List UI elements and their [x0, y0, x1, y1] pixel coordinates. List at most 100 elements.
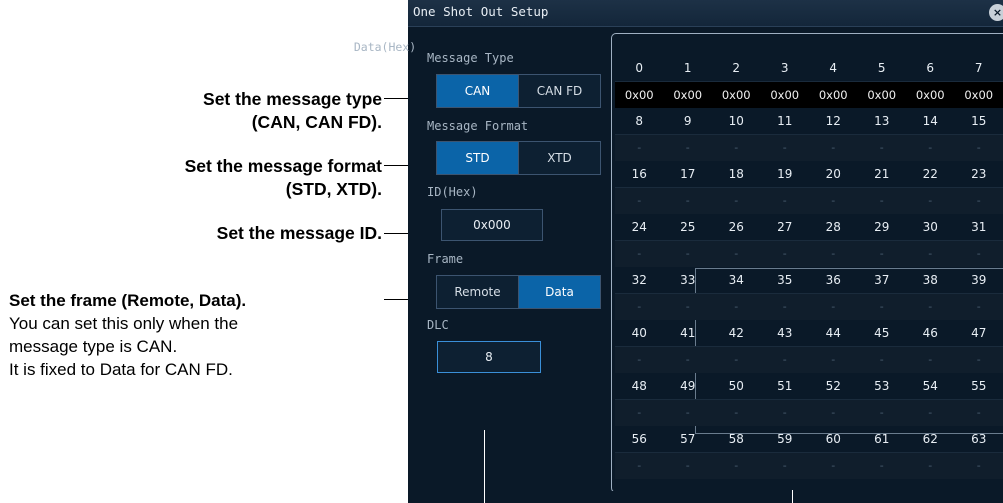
id-hex-field[interactable]: 0x000: [441, 209, 543, 241]
data-value-cell[interactable]: 0x00: [809, 81, 858, 108]
data-value-cell[interactable]: -: [712, 399, 761, 426]
data-value-cell[interactable]: -: [906, 187, 955, 214]
data-value-cell[interactable]: 0x00: [906, 81, 955, 108]
close-icon[interactable]: ×: [989, 4, 1003, 21]
data-value-cell[interactable]: -: [615, 346, 664, 373]
data-value-cell[interactable]: -: [954, 187, 1003, 214]
data-value-cell[interactable]: -: [906, 399, 955, 426]
data-value-cell[interactable]: -: [857, 346, 906, 373]
message-format-selector: STD XTD: [436, 141, 601, 175]
data-value-cell[interactable]: -: [857, 399, 906, 426]
data-value-cell[interactable]: 0x00: [760, 81, 809, 108]
data-index-cell: 13: [874, 114, 890, 128]
data-value-cell[interactable]: -: [663, 399, 712, 426]
data-value-cell[interactable]: -: [954, 346, 1003, 373]
data-value-cell[interactable]: -: [663, 240, 712, 267]
data-value-cell[interactable]: -: [760, 293, 809, 320]
data-index-cell: 7: [974, 61, 983, 75]
data-value-cell[interactable]: -: [954, 293, 1003, 320]
data-value-cell[interactable]: -: [809, 293, 858, 320]
data-index-cell: 37: [874, 273, 890, 287]
frame-remote-button[interactable]: Remote: [437, 276, 518, 308]
data-value-cell[interactable]: -: [906, 452, 955, 479]
data-value-cell[interactable]: -: [954, 134, 1003, 161]
data-index-cell: 44: [825, 326, 841, 340]
data-value-cell[interactable]: -: [809, 452, 858, 479]
data-value-cell[interactable]: 0x00: [615, 81, 664, 108]
data-value-cell[interactable]: -: [906, 346, 955, 373]
message-format-xtd-button[interactable]: XTD: [518, 142, 600, 174]
data-value-cell[interactable]: -: [712, 346, 761, 373]
data-value-cell[interactable]: -: [615, 452, 664, 479]
data-value-row: --------: [615, 293, 1003, 320]
data-value-cell[interactable]: -: [712, 452, 761, 479]
data-value-cell[interactable]: -: [906, 134, 955, 161]
data-index-cell: 15: [971, 114, 987, 128]
data-index-cell: 42: [728, 326, 744, 340]
data-value-cell[interactable]: -: [663, 293, 712, 320]
data-value-cell[interactable]: -: [954, 240, 1003, 267]
dialog-title: One Shot Out Setup: [413, 4, 549, 19]
data-index-cell: 34: [728, 273, 744, 287]
callout-message-type-line1: Set the message type: [203, 89, 382, 109]
data-value-cell[interactable]: -: [809, 134, 858, 161]
data-value-cell[interactable]: -: [809, 240, 858, 267]
data-value-cell[interactable]: -: [809, 399, 858, 426]
data-index-cell: 25: [680, 220, 696, 234]
data-value-cell[interactable]: -: [760, 452, 809, 479]
data-value-cell[interactable]: 0x00: [857, 81, 906, 108]
data-value-cell[interactable]: -: [954, 452, 1003, 479]
data-index-cell: 45: [874, 326, 890, 340]
data-index-cell: 21: [874, 167, 890, 181]
data-value-cell[interactable]: -: [857, 240, 906, 267]
data-value-cell[interactable]: -: [760, 134, 809, 161]
frame-data-button[interactable]: Data: [518, 276, 600, 308]
message-type-can-button[interactable]: CAN: [437, 75, 518, 107]
data-index-cell: 48: [631, 379, 647, 393]
data-value-cell[interactable]: -: [760, 346, 809, 373]
message-format-std-button[interactable]: STD: [437, 142, 518, 174]
data-value-cell[interactable]: -: [712, 187, 761, 214]
data-index-cell: 27: [777, 220, 793, 234]
data-value-cell[interactable]: -: [760, 240, 809, 267]
data-value-cell[interactable]: -: [954, 399, 1003, 426]
data-value-cell[interactable]: -: [809, 187, 858, 214]
data-index-cell: 61: [874, 432, 890, 446]
data-value-cell[interactable]: -: [615, 293, 664, 320]
data-value-cell[interactable]: -: [615, 187, 664, 214]
data-value-cell[interactable]: -: [857, 134, 906, 161]
data-index-cell: 11: [777, 114, 793, 128]
data-index-cell: 53: [874, 379, 890, 393]
message-format-label: Message Format: [427, 119, 529, 133]
data-index-cell: 55: [971, 379, 987, 393]
data-value-cell[interactable]: 0x00: [663, 81, 712, 108]
data-value-cell[interactable]: -: [663, 346, 712, 373]
data-value-cell[interactable]: -: [712, 293, 761, 320]
data-index-row: 16 17 18 19 20 21 22 23: [615, 161, 1003, 187]
data-value-cell[interactable]: -: [760, 399, 809, 426]
data-value-cell[interactable]: -: [857, 187, 906, 214]
data-value-cell[interactable]: -: [615, 399, 664, 426]
data-value-cell[interactable]: -: [615, 240, 664, 267]
data-value-cell[interactable]: -: [760, 187, 809, 214]
data-value-cell[interactable]: -: [712, 134, 761, 161]
data-value-cell[interactable]: -: [857, 452, 906, 479]
data-value-cell[interactable]: -: [906, 240, 955, 267]
message-type-canfd-button[interactable]: CAN FD: [518, 75, 600, 107]
data-value-cell[interactable]: 0x00: [954, 81, 1003, 108]
data-value-cell[interactable]: -: [712, 240, 761, 267]
data-value-cell[interactable]: -: [663, 187, 712, 214]
data-index-row: 24 25 26 27 28 29 30 31: [615, 214, 1003, 240]
data-value-cell[interactable]: 0x00: [712, 81, 761, 108]
data-value-cell[interactable]: -: [663, 134, 712, 161]
data-value-cell[interactable]: -: [615, 134, 664, 161]
dlc-field[interactable]: 8: [437, 341, 541, 373]
data-value-cell[interactable]: -: [906, 293, 955, 320]
id-hex-label: ID(Hex): [427, 185, 478, 199]
data-value-cell[interactable]: -: [663, 452, 712, 479]
data-index-cell: 3: [780, 61, 789, 75]
data-value-cell[interactable]: -: [857, 293, 906, 320]
data-index-cell: 23: [971, 167, 987, 181]
data-index-cell: 38: [922, 273, 938, 287]
data-value-cell[interactable]: -: [809, 346, 858, 373]
